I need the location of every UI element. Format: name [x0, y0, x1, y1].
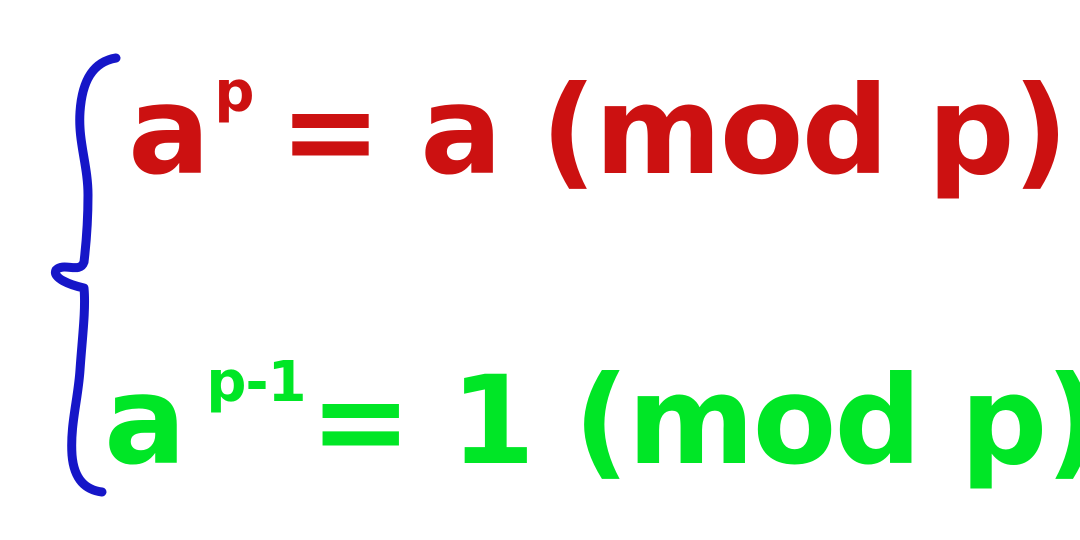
eq1-exponent: p — [214, 60, 254, 125]
eq1-base: a — [128, 60, 210, 202]
equation-ap1-equals-1: a p-1= 1 (mod p) — [104, 350, 1080, 492]
eq2-base: a — [104, 350, 186, 492]
eq1-rest: = a (mod p) — [279, 60, 1068, 202]
equation-ap-equals-a: a p = a (mod p) — [128, 60, 1069, 202]
eq2-exponent: p-1 — [206, 350, 306, 415]
eq2-rest: = 1 (mod p) — [309, 350, 1080, 492]
formula-canvas: a p = a (mod p) a p-1= 1 (mod p) — [0, 0, 1080, 540]
